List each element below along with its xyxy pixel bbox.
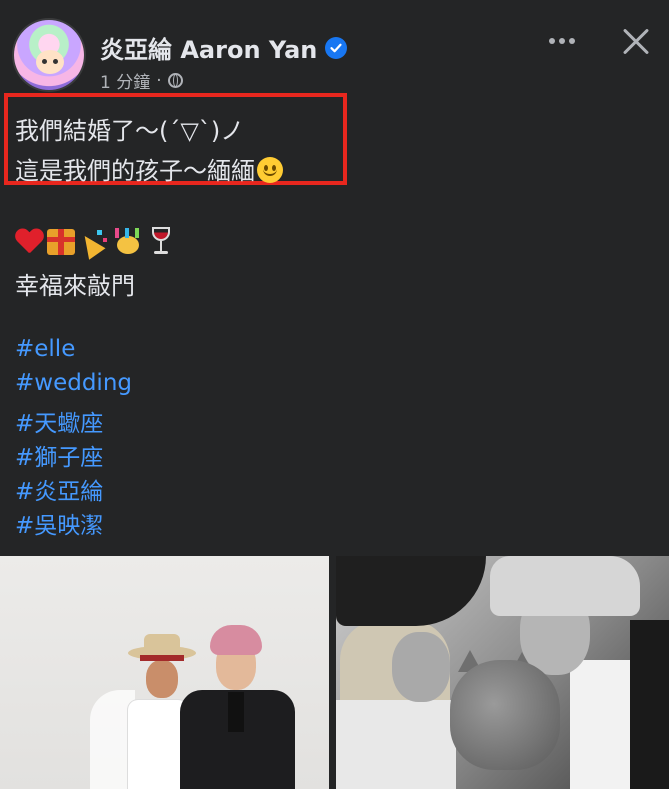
author-name-row[interactable]: 炎亞綸 Aaron Yan [100, 30, 348, 65]
hashtag-link[interactable]: #天蠍座 [15, 404, 103, 438]
hashtag-link[interactable]: #吳映潔 [15, 506, 103, 540]
post-text-line-1: 我們結婚了～(ˊ▽ˋ)ノ [15, 117, 245, 145]
post-text-line-2: 這是我們的孩子～緬緬 [15, 151, 283, 186]
post-text-line-2-text: 這是我們的孩子～緬緬 [15, 157, 255, 185]
hashtag-link[interactable]: #炎亞綸 [15, 472, 103, 506]
avatar-face [36, 50, 64, 74]
globe-icon[interactable] [167, 73, 183, 88]
photo-woman-body [336, 700, 456, 789]
close-icon[interactable] [616, 22, 656, 62]
confetti-ball-icon [113, 228, 145, 256]
author-avatar[interactable] [14, 20, 84, 90]
post-meta: 1 分鐘 · [100, 68, 183, 93]
smiley-icon [257, 157, 283, 183]
party-popper-icon [76, 228, 109, 260]
photo-groom-shirt [228, 692, 244, 732]
photo-groom-hair [210, 625, 262, 655]
photo-bride-hatband [140, 655, 184, 661]
wine-glass-icon [149, 227, 173, 257]
gift-icon [47, 229, 75, 255]
post-timestamp[interactable]: 1 分鐘 [100, 68, 150, 93]
photo-man-jacket [630, 620, 669, 789]
photo-bride-head [146, 660, 178, 698]
photo-man-hair [490, 556, 640, 616]
facebook-post: 炎亞綸 Aaron Yan 1 分鐘 · 我們結婚了～(ˊ▽ˋ)ノ 這是我們的孩… [0, 0, 669, 789]
heart-icon [15, 229, 43, 255]
hashtag-link[interactable]: #獅子座 [15, 438, 103, 472]
post-text-line-3: 幸福來敲門 [15, 272, 135, 300]
meta-separator: · [156, 70, 162, 91]
hashtag-link[interactable]: #elle [15, 336, 75, 362]
emoji-row [15, 227, 173, 260]
photo-cat [450, 660, 560, 770]
hashtag-link[interactable]: #wedding [15, 370, 132, 396]
more-options-icon[interactable] [540, 24, 584, 58]
photo-woman-face [392, 632, 450, 702]
verified-badge-icon [325, 36, 348, 59]
author-name[interactable]: 炎亞綸 Aaron Yan [100, 30, 317, 65]
photo-bride-dress [128, 700, 188, 789]
